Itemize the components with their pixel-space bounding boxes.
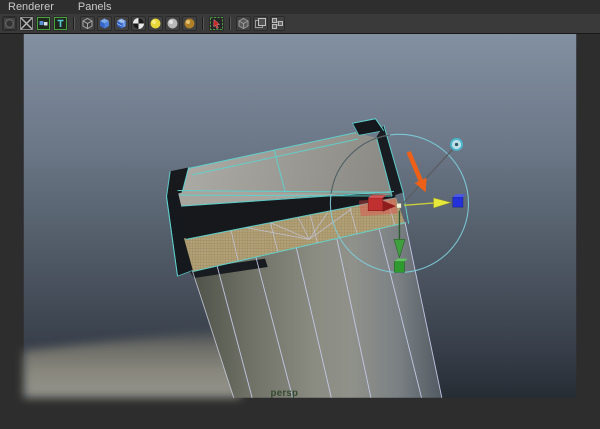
panel-menubar: Renderer Panels: [0, 0, 600, 14]
camera-select-icon[interactable]: [2, 16, 17, 31]
toolbar-separator: [73, 17, 75, 30]
viewport-3d[interactable]: persp: [0, 34, 600, 429]
ring-handle[interactable]: [450, 138, 463, 151]
isolate-select-icon[interactable]: [209, 16, 224, 31]
maya-viewport-panel: Renderer Panels persp: [0, 0, 600, 429]
menu-item-panels[interactable]: Panels: [78, 0, 112, 14]
film-gate-icon[interactable]: [19, 16, 34, 31]
menu-item-renderer[interactable]: Renderer: [8, 0, 54, 14]
scene-canvas[interactable]: persp: [0, 34, 600, 429]
resolution-gate-icon[interactable]: [36, 16, 51, 31]
xray-cube-icon[interactable]: [236, 16, 251, 31]
shaded-cube-icon[interactable]: [97, 16, 112, 31]
share-view-icon[interactable]: [270, 16, 285, 31]
panel-toolbar: [0, 14, 600, 34]
lighting-default-icon[interactable]: [182, 16, 197, 31]
wireframe-on-shaded-icon[interactable]: [253, 16, 268, 31]
toolbar-separator: [202, 17, 204, 30]
manipulator-center[interactable]: [396, 203, 402, 209]
lighting-flat-icon[interactable]: [165, 16, 180, 31]
wireframe-cube-icon[interactable]: [80, 16, 95, 31]
toolbar-separator: [229, 17, 231, 30]
safe-title-icon[interactable]: [53, 16, 68, 31]
camera-label: persp: [271, 388, 299, 399]
default-material-icon[interactable]: [131, 16, 146, 31]
textured-cube-icon[interactable]: [114, 16, 129, 31]
lighting-all-lights-icon[interactable]: [148, 16, 163, 31]
